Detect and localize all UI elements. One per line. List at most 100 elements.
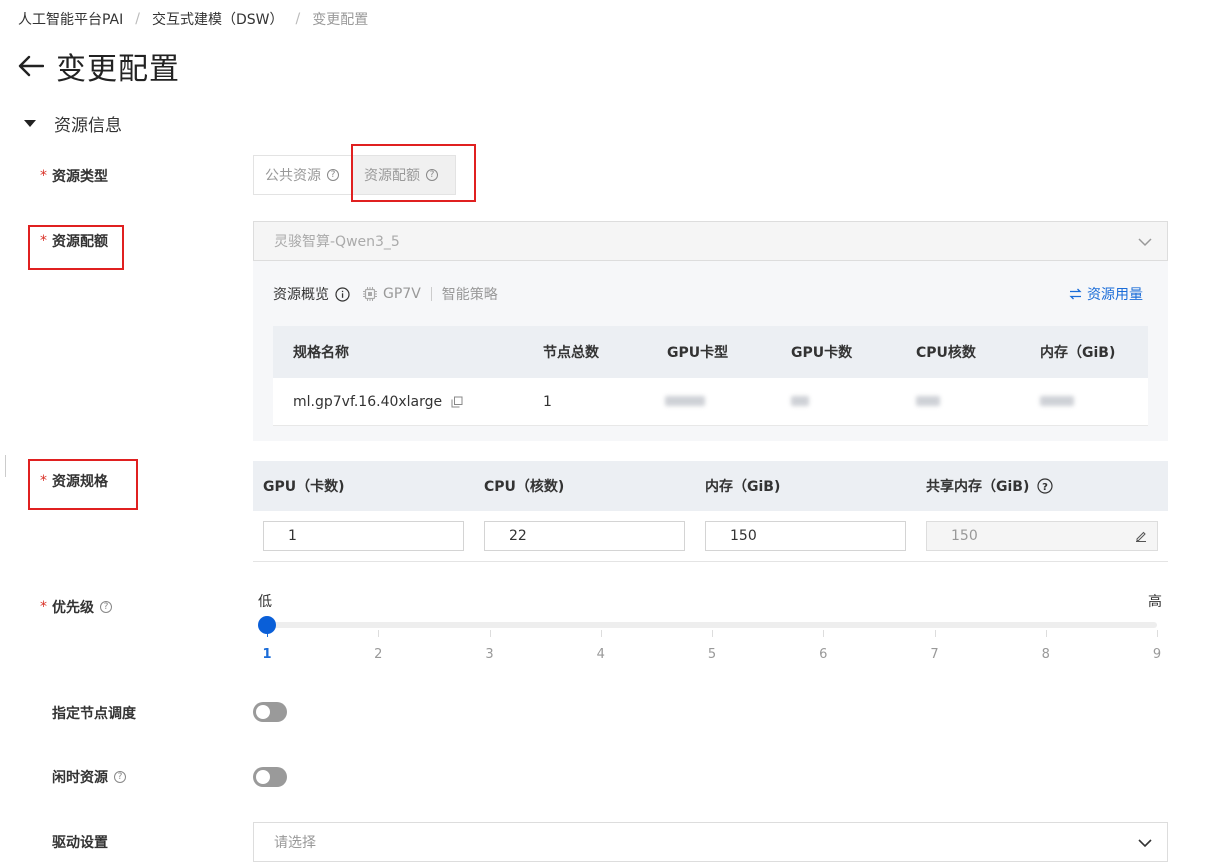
resource-type-public[interactable]: 公共资源 ? [253,155,353,195]
breadcrumb-separator: / [135,11,140,27]
slider-tick-label[interactable]: 6 [813,647,833,662]
node-schedule-label-text: 指定节点调度 [52,706,136,722]
resource-quota-value: 灵骏智算-Qwen3_5 [274,234,400,250]
slider-tick [823,630,825,637]
resource-type-label-text: 资源类型 [52,169,108,185]
divider [253,561,1168,562]
memory-input[interactable]: 150 [705,521,906,551]
svg-text:?: ? [1042,482,1048,493]
highlight-box [351,144,476,202]
blurred-value [665,394,705,410]
slider-tick [712,630,713,637]
overview-title: 资源概览 [273,287,329,303]
required-mark: * [40,168,47,184]
driver-placeholder: 请选择 [274,835,316,851]
toggle-knob [256,705,270,719]
section-title: 资源信息 [54,115,122,136]
breadcrumb-item-pai[interactable]: 人工智能平台PAI [18,9,123,29]
section-toggle-resource-info[interactable]: 资源信息 [22,110,122,136]
resource-type-public-label: 公共资源 [265,168,321,184]
node-schedule-label: 指定节点调度 [52,703,136,723]
column-header: 规格名称 [293,345,349,361]
slider-tick-label[interactable]: 1 [257,647,277,662]
slider-tick-label[interactable]: 8 [1036,647,1056,662]
column-header: CPU核数 [916,345,976,361]
priority-slider-track[interactable] [265,622,1157,628]
idle-resource-label-text: 闲时资源 [52,770,108,786]
edit-icon[interactable] [1135,530,1147,542]
resource-overview-header: 资源概览 GP7V 智能策略 [273,284,498,304]
slider-tick-label[interactable]: 7 [925,647,945,662]
blurred-value [1040,394,1074,410]
slider-tick-label[interactable]: 3 [480,647,500,662]
idle-resource-label: 闲时资源 ? [52,767,126,787]
side-collapse-handle[interactable] [0,455,6,477]
driver-select[interactable]: 请选择 [253,822,1168,862]
back-arrow-icon[interactable] [16,51,46,81]
gpu-count-input[interactable]: 1 [263,521,464,551]
cpu-count-input[interactable]: 22 [484,521,685,551]
breadcrumb-item-dsw[interactable]: 交互式建模（DSW） [152,9,284,29]
priority-high-label: 高 [1148,594,1162,610]
cpu-count-value: 22 [509,528,527,544]
table-header: 规格名称 节点总数 GPU卡型 GPU卡数 CPU核数 内存（GiB) [273,326,1148,378]
help-icon[interactable]: ? [114,771,126,783]
resource-overview-table: 规格名称 节点总数 GPU卡型 GPU卡数 CPU核数 内存（GiB) ml.g… [273,326,1148,426]
slider-tick [378,630,380,637]
column-header: 内存（GiB) [705,479,781,495]
divider [430,287,432,301]
column-header: 共享内存（GiB) [926,479,1030,495]
breadcrumb-current: 变更配置 [312,12,369,28]
slider-tick-label[interactable]: 2 [368,647,388,662]
priority-label: * 优先级 ? [40,597,112,617]
priority-label-text: 优先级 [52,600,94,616]
resource-usage-link[interactable]: 资源用量 [1069,284,1143,304]
breadcrumb: 人工智能平台PAI / 交互式建模（DSW） / 变更配置 [18,9,368,29]
spec-name: ml.gp7vf.16.40xlarge [293,393,443,410]
copy-icon[interactable] [451,396,463,408]
blurred-value [791,394,809,410]
spec-name-cell: ml.gp7vf.16.40xlarge [293,394,463,410]
info-icon[interactable] [335,286,350,302]
blurred-value [916,394,940,410]
chevron-down-icon [1137,835,1153,855]
toggle-knob [256,770,270,784]
highlight-box [28,459,138,510]
column-header: 节点总数 [543,345,599,361]
column-header: GPU卡型 [667,345,729,361]
idle-resource-toggle[interactable] [253,767,287,787]
resource-quota-select[interactable]: 灵骏智算-Qwen3_5 [253,221,1168,261]
chevron-down-icon [1137,234,1153,254]
priority-slider-handle[interactable] [258,616,276,634]
chip-icon [362,286,378,302]
column-header: 内存（GiB) [1040,345,1116,361]
node-total-cell: 1 [543,393,552,410]
slider-tick [1045,630,1047,637]
help-icon[interactable]: ? [327,169,339,181]
help-icon[interactable]: ? [100,601,112,613]
slider-tick [934,630,936,637]
slider-tick-label[interactable]: 4 [591,647,611,662]
help-icon[interactable]: ? [1037,478,1053,494]
table-row: ml.gp7vf.16.40xlarge 1 [273,378,1148,426]
highlight-box [28,225,124,270]
strategy-label: 智能策略 [441,287,498,303]
node-schedule-toggle[interactable] [253,702,287,722]
column-header: GPU卡数 [791,345,853,361]
caret-down-icon [24,119,36,127]
swap-icon [1069,288,1082,300]
slider-tick [489,630,491,637]
slider-tick-label[interactable]: 5 [702,647,722,662]
slider-tick [600,630,602,637]
column-header: CPU（核数) [484,479,565,495]
shared-memory-header: 共享内存（GiB) ? [926,476,1053,496]
shared-memory-input: 150 [926,521,1158,551]
slider-tick-label[interactable]: 9 [1147,647,1167,662]
gpu-tag: GP7V [383,286,421,302]
memory-value: 150 [730,528,757,544]
page-header: 变更配置 [16,44,180,88]
column-header: GPU（卡数) [263,479,345,495]
page-title: 变更配置 [56,52,180,87]
resource-type-label: * 资源类型 [40,166,108,186]
gpu-count-value: 1 [288,528,297,544]
